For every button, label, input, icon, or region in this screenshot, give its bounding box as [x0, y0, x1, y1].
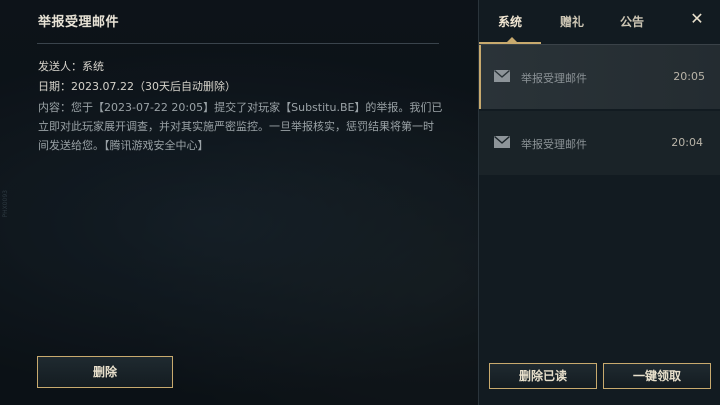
mail-sender: 发送人：系统: [38, 60, 104, 73]
delete-read-button[interactable]: 删除已读: [489, 363, 597, 389]
mail-item-time: 20:05: [673, 70, 705, 83]
active-tab-caret: [507, 37, 517, 42]
envelope-icon: [494, 70, 510, 82]
delete-button[interactable]: 删除: [37, 356, 173, 388]
mail-item-title: 举报受理邮件: [521, 72, 587, 85]
tab-gift[interactable]: 赠礼: [560, 13, 584, 30]
mail-tabs: 系统 赠礼 公告 ✕: [479, 0, 720, 45]
side-watermark: PHX0093: [2, 190, 9, 218]
mail-detail-panel: 举报受理邮件 发送人：系统 日期：2023.07.22（30天后自动删除） 内容…: [0, 0, 478, 405]
mail-screen: 举报受理邮件 发送人：系统 日期：2023.07.22（30天后自动删除） 内容…: [0, 0, 720, 405]
close-icon[interactable]: ✕: [688, 10, 706, 28]
claim-all-button[interactable]: 一键领取: [603, 363, 711, 389]
mail-list-item[interactable]: 举报受理邮件 20:04: [479, 111, 720, 175]
mail-list-item[interactable]: 举报受理邮件 20:05: [479, 45, 720, 109]
mail-item-time: 20:04: [671, 136, 703, 149]
mail-body: 内容：您于【2023-07-22 20:05】提交了对玩家【Substitu.B…: [38, 101, 443, 152]
tab-notice[interactable]: 公告: [620, 13, 644, 30]
tab-system[interactable]: 系统: [498, 13, 522, 30]
mail-detail-title: 举报受理邮件: [38, 15, 120, 30]
mail-date: 日期：2023.07.22（30天后自动删除）: [38, 80, 236, 93]
envelope-icon: [494, 136, 510, 148]
active-tab-indicator: [479, 42, 541, 44]
mail-sidebar: 系统 赠礼 公告 ✕ 举报受理邮件 20:05 举报受理邮件 20:04 删除已…: [478, 0, 720, 405]
divider: [37, 43, 439, 44]
mail-item-title: 举报受理邮件: [521, 138, 587, 151]
